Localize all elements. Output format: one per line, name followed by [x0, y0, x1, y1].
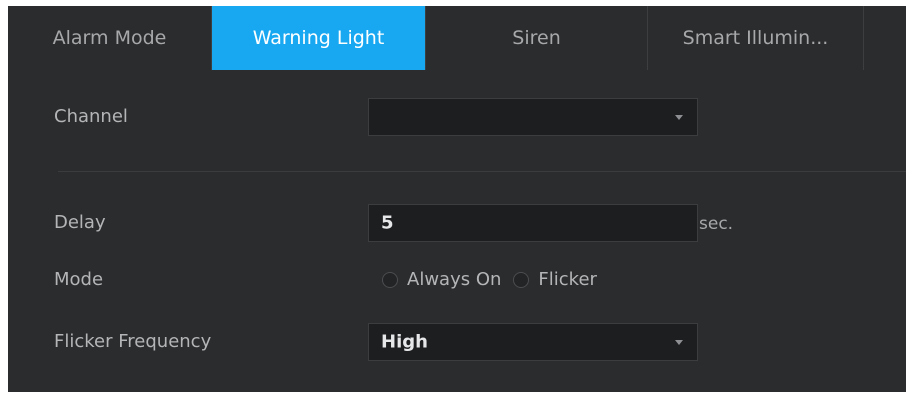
flicker-frequency-label: Flicker Frequency — [54, 331, 212, 352]
tab-label: Smart Illumin... — [682, 27, 829, 49]
channel-select[interactable] — [368, 98, 698, 136]
chevron-down-icon — [675, 340, 683, 345]
tab-siren[interactable]: Siren — [426, 6, 648, 70]
channel-label: Channel — [54, 106, 128, 127]
mode-label: Mode — [54, 269, 104, 290]
delay-input[interactable]: 5 — [368, 204, 698, 242]
radio-label: Flicker — [538, 269, 597, 290]
tab-label: Warning Light — [252, 27, 385, 49]
settings-form: Channel Delay 5 sec. Mode Always On Flic… — [8, 70, 906, 392]
flicker-frequency-value: High — [381, 331, 428, 353]
mode-flicker-radio[interactable]: Flicker — [513, 269, 597, 290]
delay-value: 5 — [381, 212, 394, 234]
tab-warning-light[interactable]: Warning Light — [212, 6, 426, 70]
flicker-frequency-select[interactable]: High — [368, 323, 698, 361]
delay-label: Delay — [54, 212, 106, 233]
radio-button-icon — [513, 271, 530, 288]
chevron-down-icon — [675, 115, 683, 120]
tab-label: Alarm Mode — [52, 27, 167, 49]
section-divider — [58, 171, 906, 172]
mode-always-on-radio[interactable]: Always On — [382, 269, 501, 290]
radio-button-icon — [382, 271, 398, 288]
tab-smart-illumination[interactable]: Smart Illumin... — [648, 6, 864, 70]
radio-label: Always On — [407, 269, 502, 290]
warning-light-settings-panel: Alarm Mode Warning Light Siren Smart Ill… — [8, 6, 906, 392]
delay-unit: sec. — [699, 214, 734, 234]
tab-bar: Alarm Mode Warning Light Siren Smart Ill… — [8, 6, 906, 71]
mode-radio-group: Always On Flicker — [382, 269, 609, 290]
tab-label: Siren — [512, 27, 561, 49]
tab-alarm-mode[interactable]: Alarm Mode — [8, 6, 212, 70]
